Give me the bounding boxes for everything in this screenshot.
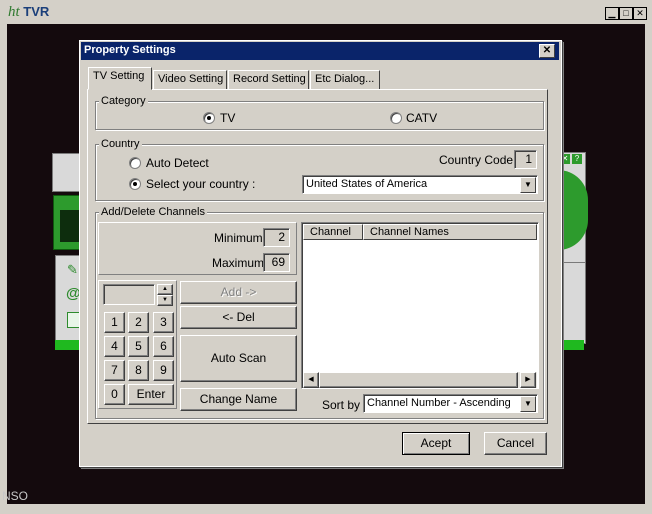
tab-tv-setting[interactable]: TV Setting bbox=[88, 67, 152, 90]
keypad-0[interactable]: 0 bbox=[104, 384, 125, 405]
help-mini-icon[interactable]: ? bbox=[572, 154, 582, 164]
sort-by-select[interactable]: Channel Number - Ascending bbox=[363, 394, 538, 413]
radio-select-country[interactable] bbox=[129, 178, 141, 190]
keypad-enter[interactable]: Enter bbox=[128, 384, 174, 405]
channel-number-input[interactable] bbox=[103, 284, 155, 305]
channels-legend: Add/Delete Channels bbox=[99, 206, 207, 218]
add-channel-button[interactable]: Add -> bbox=[180, 281, 297, 304]
category-legend: Category bbox=[99, 95, 148, 107]
tab-record-setting[interactable]: Record Setting bbox=[228, 70, 309, 90]
radio-tv[interactable] bbox=[203, 112, 215, 124]
scroll-left-icon[interactable]: ◀ bbox=[303, 372, 319, 388]
radio-tv-label: TV bbox=[220, 111, 236, 125]
player-right-lower bbox=[560, 262, 586, 344]
maximum-label: Maximum : bbox=[212, 256, 271, 270]
tab-video-setting[interactable]: Video Setting bbox=[153, 70, 227, 90]
tab-etc-dialog[interactable]: Etc Dialog... bbox=[310, 70, 380, 90]
maximum-field: 69 bbox=[263, 253, 290, 272]
minimum-field: 2 bbox=[263, 228, 290, 247]
dialog-close-button[interactable]: ✕ bbox=[539, 44, 555, 58]
keypad-5[interactable]: 5 bbox=[128, 336, 149, 357]
maximize-button[interactable]: □ bbox=[619, 7, 633, 20]
sort-dropdown-arrow-icon[interactable]: ▼ bbox=[520, 396, 536, 412]
keypad-1[interactable]: 1 bbox=[104, 312, 125, 333]
logo-text: TVR bbox=[23, 4, 50, 19]
column-channel-names[interactable]: Channel Names bbox=[363, 224, 537, 240]
category-group bbox=[95, 101, 544, 130]
column-channel[interactable]: Channel bbox=[303, 224, 363, 240]
country-code-label: Country Code : bbox=[439, 153, 520, 167]
minimum-label: Minimum : bbox=[214, 231, 270, 245]
spin-up-icon[interactable]: ▲ bbox=[157, 284, 173, 295]
keypad-4[interactable]: 4 bbox=[104, 336, 125, 357]
footer-text: NSO bbox=[2, 489, 29, 503]
keypad-2[interactable]: 2 bbox=[128, 312, 149, 333]
delete-channel-button[interactable]: <- Del bbox=[180, 306, 297, 329]
country-select-value: United States of America bbox=[306, 178, 428, 190]
scroll-thumb[interactable] bbox=[319, 372, 518, 388]
select-country-label: Select your country : bbox=[146, 177, 256, 191]
minimize-button[interactable]: ▁ bbox=[605, 7, 619, 20]
sort-by-label: Sort by : bbox=[322, 398, 367, 412]
radio-catv-label: CATV bbox=[406, 111, 438, 125]
scroll-right-icon[interactable]: ▶ bbox=[520, 372, 536, 388]
app-logo: ht TVR bbox=[8, 4, 49, 21]
keypad-3[interactable]: 3 bbox=[153, 312, 174, 333]
change-name-button[interactable]: Change Name bbox=[180, 388, 297, 411]
country-dropdown-arrow-icon[interactable]: ▼ bbox=[520, 177, 536, 193]
pen-icon[interactable]: ✎ bbox=[67, 262, 79, 277]
player-left-bottom bbox=[55, 340, 81, 350]
auto-scan-button[interactable]: Auto Scan bbox=[180, 335, 297, 382]
country-select[interactable]: United States of America bbox=[302, 175, 538, 194]
window-close-button[interactable]: ✕ bbox=[633, 7, 647, 20]
dialog-title: Property Settings bbox=[84, 44, 176, 56]
keypad-7[interactable]: 7 bbox=[104, 360, 125, 381]
keypad-6[interactable]: 6 bbox=[153, 336, 174, 357]
player-right-bottom bbox=[560, 340, 584, 350]
at-icon[interactable]: @ bbox=[66, 285, 81, 302]
app-titlebar bbox=[0, 0, 652, 24]
auto-detect-label: Auto Detect bbox=[146, 156, 209, 170]
accept-button[interactable]: Acept bbox=[402, 432, 470, 455]
radio-catv[interactable] bbox=[390, 112, 402, 124]
spin-down-icon[interactable]: ▼ bbox=[157, 295, 173, 306]
logo-prefix: ht bbox=[8, 4, 20, 20]
cancel-button[interactable]: Cancel bbox=[484, 432, 547, 455]
channel-list[interactable] bbox=[301, 222, 539, 389]
country-legend: Country bbox=[99, 138, 142, 150]
sort-by-value: Channel Number - Ascending bbox=[367, 397, 511, 409]
radio-auto-detect[interactable] bbox=[129, 157, 141, 169]
country-code-field: 1 bbox=[514, 150, 537, 169]
keypad-9[interactable]: 9 bbox=[153, 360, 174, 381]
keypad-8[interactable]: 8 bbox=[128, 360, 149, 381]
